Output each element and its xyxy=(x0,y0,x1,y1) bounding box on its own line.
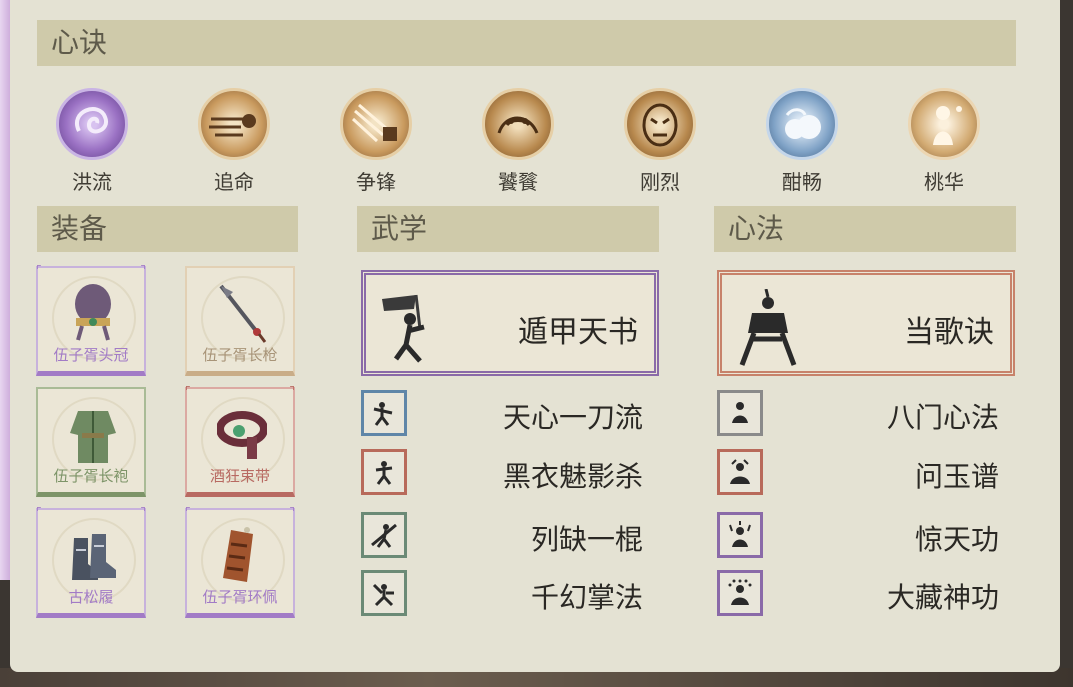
character-detail-panel: 心诀 洪流 追命 争锋 饕餮 刚烈 酣畅 桃华 装备 ⌜ ⌝ 伍子胥头冠 伍子胥… xyxy=(10,0,1060,672)
xinjue-label: 洪流 xyxy=(72,170,112,194)
wuxue-skill-name: 千幻掌法 xyxy=(530,581,643,614)
xinjue-item-ganglie[interactable]: 刚烈 xyxy=(610,88,710,195)
meditation-flame-icon xyxy=(717,449,763,495)
equip-name: 酒狂束带 xyxy=(209,467,270,485)
beast-icon xyxy=(482,88,554,160)
equip-name: 古松履 xyxy=(68,588,114,606)
xinfa-skill-row[interactable]: 大藏神功 xyxy=(717,570,999,618)
robe-icon xyxy=(70,411,116,463)
equip-name: 伍子胥长枪 xyxy=(202,346,278,364)
crown-icon xyxy=(75,284,111,341)
xinfa-skill-name: 八门心法 xyxy=(886,401,999,434)
xinjue-label: 桃华 xyxy=(924,170,964,194)
equip-name: 伍子胥头冠 xyxy=(53,346,129,364)
wuxue-main-name: 遁甲天书 xyxy=(518,315,638,350)
wuxue-skill-row[interactable]: 列缺一棍 xyxy=(361,512,643,560)
qigong-icon xyxy=(717,512,763,558)
staff-fighter-icon xyxy=(361,512,407,558)
xinjue-item-taohua[interactable]: 桃华 xyxy=(894,88,994,195)
cloud-icon xyxy=(766,88,838,160)
section-title: 武学 xyxy=(371,212,428,245)
pendant-icon xyxy=(223,527,253,582)
martial-stance-icon xyxy=(739,289,797,366)
xinjue-item-zhuiming[interactable]: 追命 xyxy=(184,88,284,195)
xinjue-item-honglu[interactable]: 洪流 xyxy=(42,88,142,195)
xinjue-item-taotie[interactable]: 饕餮 xyxy=(468,88,568,195)
mask-icon xyxy=(624,88,696,160)
section-title: 心诀 xyxy=(51,26,108,59)
assassin-icon xyxy=(361,449,407,495)
meditation-icon xyxy=(717,390,763,436)
wuxue-skill-name: 列缺一棍 xyxy=(530,523,643,556)
section-header-equipment: 装备 xyxy=(37,206,298,252)
maiden-icon xyxy=(908,88,980,160)
equip-name: 伍子胥长袍 xyxy=(53,467,129,485)
xinjue-label: 酣畅 xyxy=(782,170,822,194)
palm-fighter-icon xyxy=(361,570,407,616)
section-header-xinfa: 心法 xyxy=(714,206,1016,252)
xinfa-main-name: 当歌诀 xyxy=(904,315,994,350)
swordsman-icon xyxy=(361,390,407,436)
equip-slot-crown[interactable]: ⌜ ⌝ 伍子胥头冠 xyxy=(36,264,146,376)
xinjue-label: 刚烈 xyxy=(640,170,680,194)
wuxue-skill-row[interactable]: 黑衣魅影杀 xyxy=(361,449,643,497)
wuxue-skill-name: 黑衣魅影杀 xyxy=(502,460,643,493)
wuxue-main-card[interactable]: 遁甲天书 xyxy=(361,270,659,376)
warrior-banner-icon xyxy=(382,294,425,363)
wuxue-skill-row[interactable]: 天心一刀流 xyxy=(361,390,643,438)
section-header-wuxue: 武学 xyxy=(357,206,659,252)
equip-slot-pendant[interactable]: ⌜ ⌝ 伍子胥环佩 xyxy=(185,506,295,618)
xinfa-skill-name: 问玉谱 xyxy=(914,460,999,493)
xinjue-item-zhengfeng[interactable]: 争锋 xyxy=(326,88,426,195)
dash-icon xyxy=(198,88,270,160)
equip-name: 伍子胥环佩 xyxy=(202,588,278,606)
xinfa-main-card[interactable]: 当歌诀 xyxy=(717,270,1015,376)
equip-slot-belt[interactable]: ⌜ ⌝ 酒狂束带 xyxy=(185,385,295,497)
section-title: 装备 xyxy=(51,212,108,245)
xinfa-skill-row[interactable]: 惊天功 xyxy=(717,512,999,560)
strike-icon xyxy=(340,88,412,160)
section-header-xinjue: 心诀 xyxy=(37,20,1016,66)
xinjue-item-hanchang[interactable]: 酣畅 xyxy=(752,88,852,195)
wuxue-skill-row[interactable]: 千幻掌法 xyxy=(361,570,643,618)
equip-slot-spear[interactable]: 伍子胥长枪 xyxy=(185,266,295,376)
swirl-icon xyxy=(56,88,128,160)
xinjue-label: 追命 xyxy=(214,170,254,194)
boots-icon xyxy=(72,534,116,580)
xinjue-label: 饕餮 xyxy=(498,170,538,194)
equip-slot-boots[interactable]: ⌜ ⌝ 古松履 xyxy=(36,506,146,618)
belt-icon xyxy=(217,411,267,459)
equip-slot-robe[interactable]: 伍子胥长袍 xyxy=(36,387,146,497)
xinjue-label: 争锋 xyxy=(356,170,396,194)
xinfa-skill-name: 大藏神功 xyxy=(886,581,999,614)
xinfa-skill-name: 惊天功 xyxy=(914,523,999,556)
section-title: 心法 xyxy=(728,212,785,245)
xinfa-skill-row[interactable]: 八门心法 xyxy=(717,390,999,438)
buddha-icon xyxy=(717,570,763,616)
wuxue-skill-name: 天心一刀流 xyxy=(502,401,643,434)
spear-icon xyxy=(219,284,267,343)
xinfa-skill-row[interactable]: 问玉谱 xyxy=(717,449,999,497)
